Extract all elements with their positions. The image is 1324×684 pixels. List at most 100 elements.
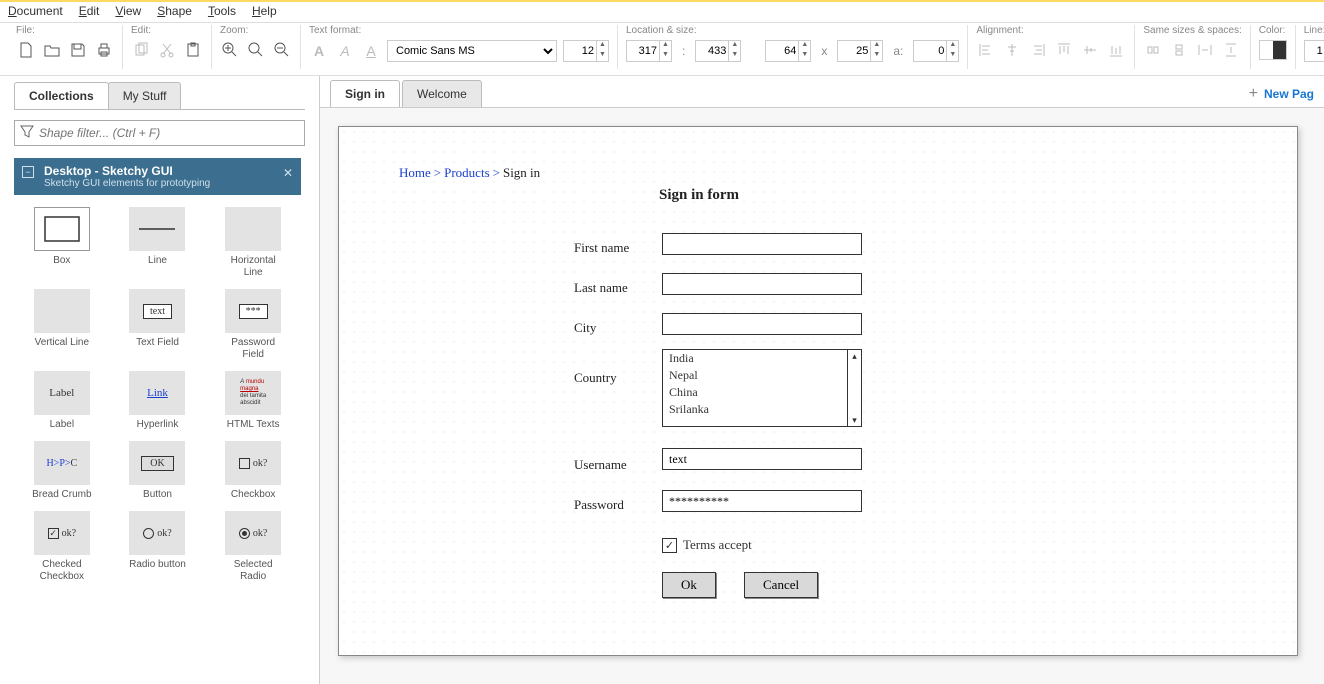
new-file-icon[interactable]	[16, 40, 36, 60]
checkbox-terms[interactable]: ✓ Terms accept	[662, 537, 752, 553]
collection-header[interactable]: − Desktop - Sketchy GUI Sketchy GUI elem…	[14, 158, 301, 195]
country-scrollbar[interactable]: ▴ ▾	[847, 350, 861, 426]
align-top-icon[interactable]	[1054, 40, 1074, 60]
collection-close-icon[interactable]: ✕	[283, 166, 293, 180]
label-username: Username	[574, 457, 627, 473]
menu-shape[interactable]: Shape	[157, 4, 192, 18]
breadcrumb-current: Sign in	[503, 165, 540, 180]
open-file-icon[interactable]	[42, 40, 62, 60]
shape-item-text-field[interactable]: textText Field	[114, 289, 202, 361]
country-opt-0[interactable]: India	[663, 350, 861, 367]
menu-help[interactable]: Help	[252, 4, 277, 18]
bold-icon[interactable]: A	[309, 41, 329, 61]
cancel-button[interactable]: Cancel	[744, 572, 818, 598]
shape-item-vertical-line[interactable]: Vertical Line	[18, 289, 106, 361]
shape-item-selected-radio[interactable]: ok?Selected Radio	[209, 511, 297, 583]
font-size-input[interactable]	[564, 45, 596, 57]
collection-scroll[interactable]: − Desktop - Sketchy GUI Sketchy GUI elem…	[14, 158, 305, 684]
checkbox-box-icon[interactable]: ✓	[662, 538, 677, 553]
shape-item-radio-button[interactable]: ok?Radio button	[114, 511, 202, 583]
align-left-icon[interactable]	[976, 40, 996, 60]
same-width-icon[interactable]	[1143, 40, 1163, 60]
right-area: Sign in Welcome + New Pag Home > Product…	[320, 76, 1324, 684]
shape-filter-input[interactable]	[14, 120, 305, 146]
input-username[interactable]	[662, 448, 862, 470]
zoom-in-icon[interactable]	[220, 40, 240, 60]
shape-item-bread-crumb[interactable]: H>P>CBread Crumb	[18, 441, 106, 501]
dist-v-icon[interactable]	[1221, 40, 1241, 60]
country-opt-2[interactable]: China	[663, 384, 861, 401]
loc-x-spinner[interactable]: ▲▼	[626, 40, 672, 62]
scroll-down-icon[interactable]: ▾	[848, 414, 861, 426]
dist-h-icon[interactable]	[1195, 40, 1215, 60]
zoom-reset-icon[interactable]	[246, 40, 266, 60]
copy-icon[interactable]	[131, 40, 151, 60]
scroll-up-icon[interactable]: ▴	[848, 350, 861, 362]
form-title: Sign in form	[659, 187, 739, 204]
paste-icon[interactable]	[183, 40, 203, 60]
italic-icon[interactable]: A	[335, 41, 355, 61]
tool-group-file: File:	[8, 25, 123, 69]
breadcrumb[interactable]: Home > Products > Sign in	[399, 165, 540, 181]
tool-group-edit: Edit:	[123, 25, 212, 69]
doc-tabs: Sign in Welcome + New Pag	[320, 76, 1324, 108]
size-w-spinner[interactable]: ▲▼	[765, 40, 811, 62]
align-right-icon[interactable]	[1028, 40, 1048, 60]
input-firstname[interactable]	[662, 233, 862, 255]
shape-item-checked-checkbox[interactable]: ✓ok?Checked Checkbox	[18, 511, 106, 583]
breadcrumb-products[interactable]: Products	[444, 165, 490, 180]
shape-item-hyperlink[interactable]: LinkHyperlink	[114, 371, 202, 431]
country-opt-3[interactable]: Srilanka	[663, 401, 861, 418]
zoom-out-icon[interactable]	[272, 40, 292, 60]
country-opt-1[interactable]: Nepal	[663, 367, 861, 384]
new-page-button[interactable]: + New Pag	[1249, 85, 1314, 103]
underline-icon[interactable]: A	[361, 41, 381, 61]
cut-icon[interactable]	[157, 40, 177, 60]
shape-item-line[interactable]: Line	[114, 207, 202, 279]
shape-item-checkbox[interactable]: ok?Checkbox	[209, 441, 297, 501]
align-bottom-icon[interactable]	[1106, 40, 1126, 60]
menu-view[interactable]: View	[115, 4, 141, 18]
collapse-icon[interactable]: −	[22, 166, 34, 178]
tool-label-samesize: Same sizes & spaces:	[1143, 25, 1241, 36]
canvas-wrap[interactable]: Home > Products > Sign in Sign in form F…	[320, 108, 1324, 684]
shape-item-button[interactable]: OKButton	[114, 441, 202, 501]
menu-tools[interactable]: Tools	[208, 4, 236, 18]
color-swatch[interactable]	[1259, 40, 1287, 60]
print-icon[interactable]	[94, 40, 114, 60]
tab-collections[interactable]: Collections	[14, 82, 109, 109]
breadcrumb-home[interactable]: Home	[399, 165, 431, 180]
shape-item-html-texts[interactable]: A mundumagnadei tamitaabsciditHTML Texts	[209, 371, 297, 431]
font-size-spinner[interactable]: ▲▼	[563, 40, 609, 62]
angle-spinner[interactable]: ▲▼	[913, 40, 959, 62]
input-password[interactable]	[662, 490, 862, 512]
save-file-icon[interactable]	[68, 40, 88, 60]
input-lastname[interactable]	[662, 273, 862, 295]
tool-label-color: Color:	[1259, 25, 1287, 36]
same-height-icon[interactable]	[1169, 40, 1189, 60]
align-center-h-icon[interactable]	[1002, 40, 1022, 60]
line-weight-spinner[interactable]: ▲▼	[1304, 40, 1324, 62]
tool-label-zoom: Zoom:	[220, 25, 292, 36]
list-country[interactable]: India Nepal China Srilanka ▴ ▾	[662, 349, 862, 427]
menu-edit[interactable]: Edit	[79, 4, 100, 18]
shape-item-box[interactable]: Box	[18, 207, 106, 279]
tab-mystuff[interactable]: My Stuff	[108, 82, 182, 109]
menu-document[interactable]: Document	[8, 4, 63, 18]
input-city[interactable]	[662, 313, 862, 335]
doc-tab-signin[interactable]: Sign in	[330, 80, 400, 107]
loc-y-spinner[interactable]: ▲▼	[695, 40, 741, 62]
size-h-spinner[interactable]: ▲▼	[837, 40, 883, 62]
menu-bar: Document Edit View Shape Tools Help	[0, 2, 1324, 23]
doc-tab-welcome[interactable]: Welcome	[402, 80, 482, 107]
shape-item-horizontal-line[interactable]: Horizontal Line	[209, 207, 297, 279]
collection-subtitle: Sketchy GUI elements for prototyping	[44, 178, 273, 189]
shape-item-label[interactable]: LabelLabel	[18, 371, 106, 431]
ok-button[interactable]: Ok	[662, 572, 716, 598]
plus-icon: +	[1249, 85, 1258, 103]
shape-item-password-field[interactable]: ***Password Field	[209, 289, 297, 361]
canvas[interactable]: Home > Products > Sign in Sign in form F…	[338, 126, 1298, 656]
left-tabs: Collections My Stuff	[0, 76, 319, 109]
align-center-v-icon[interactable]	[1080, 40, 1100, 60]
font-family-select[interactable]: Comic Sans MS	[387, 40, 557, 62]
